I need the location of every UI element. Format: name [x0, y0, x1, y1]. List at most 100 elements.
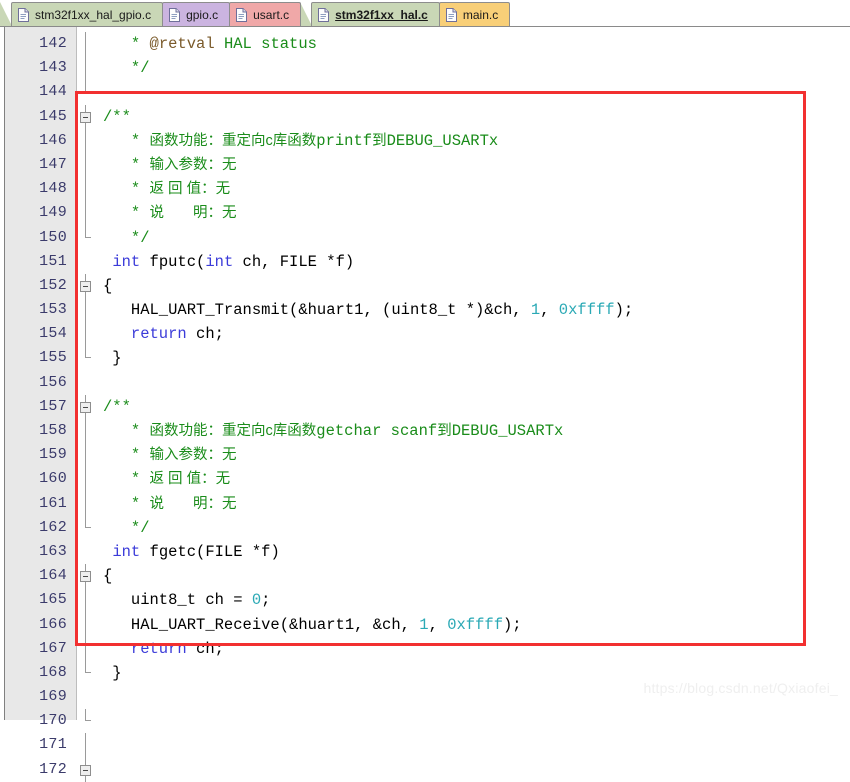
- file-c-icon: [445, 7, 457, 22]
- code-line[interactable]: {: [99, 564, 850, 588]
- line-number: 163: [39, 542, 67, 560]
- line-number: 156: [39, 373, 67, 391]
- editor-tab-label: usart.c: [253, 7, 290, 22]
- line-number-gutter: 142 143 144 145 146 147 148 149 150 151 152 153 154 1…: [5, 27, 77, 778]
- fold-guide-line: [77, 419, 99, 444]
- fold-empty: [77, 371, 99, 395]
- code-line[interactable]: * @retval HAL status: [99, 32, 850, 56]
- fold-end-marker: [77, 660, 99, 685]
- editor-tab-usart-c[interactable]: usart.c: [229, 2, 302, 26]
- file-c-icon: [169, 7, 181, 22]
- line-number: 147: [39, 155, 67, 173]
- line-number: 162: [39, 518, 67, 536]
- code-line[interactable]: [99, 709, 850, 720]
- code-line[interactable]: */: [99, 56, 850, 80]
- fold-guide-line: [77, 443, 99, 468]
- line-number: 169: [39, 688, 67, 706]
- editor-tab-label: stm32f1xx_hal.c: [335, 7, 428, 22]
- code-line[interactable]: int fgetc(FILE *f): [99, 540, 850, 564]
- code-line[interactable]: /**: [99, 395, 850, 419]
- fold-empty: [77, 250, 99, 274]
- fold-toggle-icon[interactable]: [77, 757, 99, 782]
- source-code-text[interactable]: * @retval HAL status */ /** * 函数功能：重定向c库函…: [99, 27, 850, 720]
- line-number: 172: [39, 760, 67, 778]
- fold-guide-line: [77, 588, 99, 613]
- code-line[interactable]: * 返 回 值：无: [99, 467, 850, 491]
- fold-end-marker: [77, 80, 99, 104]
- fold-toggle-icon[interactable]: [77, 564, 99, 589]
- line-number: 164: [39, 567, 67, 585]
- file-c-icon: [18, 7, 29, 22]
- editor-tab-label: main.c: [462, 7, 499, 22]
- line-number: 144: [39, 83, 67, 101]
- code-line[interactable]: * 输入参数：无: [99, 153, 850, 177]
- line-number: 143: [39, 59, 67, 77]
- code-line[interactable]: int fputc(int ch, FILE *f): [99, 250, 850, 274]
- line-number: 157: [39, 397, 67, 415]
- code-line[interactable]: }: [99, 346, 850, 370]
- fold-guide-line: [77, 612, 99, 637]
- code-line[interactable]: * 输入参数：无: [99, 443, 850, 467]
- fold-guide-line: [77, 152, 99, 178]
- code-line[interactable]: HAL_UART_Transmit(&huart1, (uint8_t *)&c…: [99, 298, 850, 322]
- line-number: 154: [39, 325, 67, 343]
- line-number: 171: [39, 736, 67, 754]
- editor-tab-bar[interactable]: stm32f1xx_hal_gpio.c gpio.c usart.c stm32f1…: [0, 0, 850, 27]
- fold-end-marker: [77, 346, 99, 370]
- editor-tab-stm32f1xx_hal_gpio-c[interactable]: stm32f1xx_hal_gpio.c: [11, 2, 164, 26]
- fold-empty: [77, 540, 99, 564]
- line-number: 170: [39, 712, 67, 730]
- code-line[interactable]: return ch;: [99, 637, 850, 661]
- line-number: 151: [39, 252, 67, 270]
- code-line[interactable]: * 说 明：无: [99, 201, 850, 225]
- code-line[interactable]: * 函数功能：重定向c库函数getchar scanf到DEBUG_USARTx: [99, 419, 850, 443]
- line-number: 150: [39, 228, 67, 246]
- fold-end-marker: [77, 515, 99, 540]
- line-number: 145: [39, 107, 67, 125]
- line-number: 158: [39, 422, 67, 439]
- fold-toggle-icon[interactable]: [77, 104, 99, 129]
- fold-guide-line: [77, 636, 99, 661]
- code-line[interactable]: [99, 371, 850, 395]
- code-line[interactable]: return ch;: [99, 322, 850, 346]
- line-number: 167: [39, 639, 67, 657]
- code-line[interactable]: * 说 明：无: [99, 492, 850, 516]
- file-c-icon: [236, 7, 248, 22]
- code-line[interactable]: */: [99, 226, 850, 250]
- code-line[interactable]: * 函数功能：重定向c库函数printf到DEBUG_USARTx: [99, 129, 850, 153]
- line-number: 166: [39, 615, 67, 633]
- code-folding-margin[interactable]: [77, 27, 99, 782]
- code-editor-area[interactable]: 142 143 144 145 146 147 148 149 150 151 152 153 154 1…: [0, 27, 850, 782]
- line-number: 148: [39, 180, 67, 198]
- fold-guide-line: [77, 128, 99, 153]
- line-number: 152: [39, 276, 67, 294]
- editor-tab-label: stm32f1xx_hal_gpio.c: [35, 7, 152, 22]
- fold-guide-line: [77, 177, 99, 202]
- fold-guide-line: [77, 201, 99, 226]
- code-line[interactable]: {: [99, 274, 850, 298]
- fold-end-marker: [77, 225, 99, 250]
- code-line[interactable]: [99, 80, 850, 104]
- code-line[interactable]: uint8_t ch = 0;: [99, 588, 850, 612]
- editor-tab-gpio-c[interactable]: gpio.c: [162, 2, 231, 26]
- fold-guide-line: [77, 56, 99, 81]
- fold-guide-line: [77, 733, 99, 758]
- fold-end-marker: [77, 709, 99, 733]
- fold-toggle-icon[interactable]: [77, 273, 99, 299]
- editor-tab-label: gpio.c: [186, 7, 219, 22]
- code-line[interactable]: HAL_UART_Receive(&huart1, &ch, 1, 0xffff…: [99, 613, 850, 637]
- file-c-icon: [318, 7, 330, 22]
- editor-tab-main-c[interactable]: main.c: [438, 2, 511, 26]
- line-number: 160: [39, 470, 67, 488]
- code-line[interactable]: */: [99, 516, 850, 540]
- line-number: 142: [39, 35, 67, 52]
- editor-tab-stm32f1xx_hal-c[interactable]: stm32f1xx_hal.c: [311, 2, 440, 26]
- code-line[interactable]: /**: [99, 105, 850, 129]
- fold-toggle-icon[interactable]: [77, 394, 99, 419]
- code-line[interactable]: * 返 回 值：无: [99, 177, 850, 201]
- line-number: 153: [39, 301, 67, 319]
- line-number: 159: [39, 446, 67, 464]
- fold-guide-line: [77, 467, 99, 492]
- fold-guide-line: [77, 322, 99, 347]
- line-number: 165: [39, 591, 67, 609]
